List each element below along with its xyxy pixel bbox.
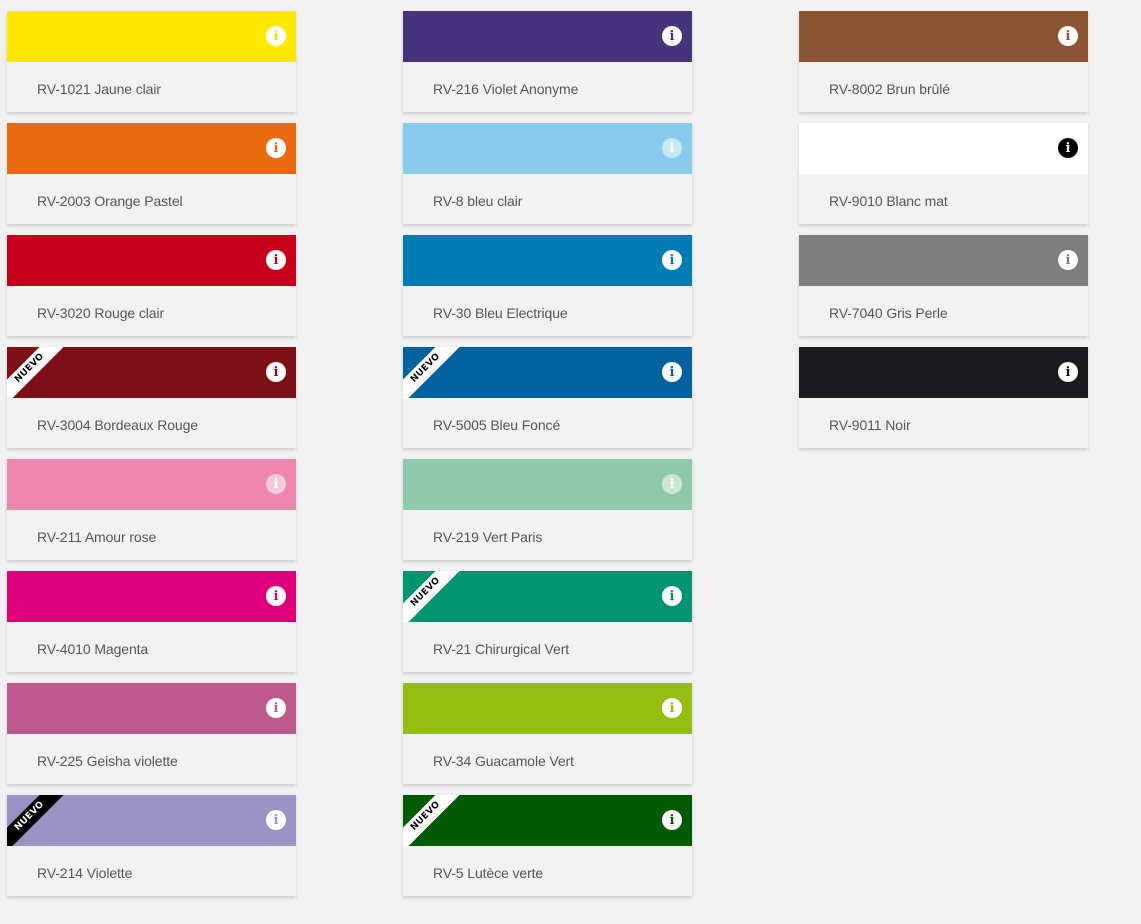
info-icon[interactable]: i — [266, 26, 286, 46]
color-swatch-grid: i RV-1021 Jaune clair i RV-2003 Orange P… — [0, 0, 1141, 924]
info-icon[interactable]: i — [266, 474, 286, 494]
info-icon[interactable]: i — [662, 250, 682, 270]
info-icon[interactable]: i — [662, 474, 682, 494]
info-icon[interactable]: i — [662, 698, 682, 718]
color-name-label: RV-8 bleu clair — [433, 193, 523, 209]
info-icon[interactable]: i — [1058, 138, 1078, 158]
color-swatch[interactable]: NUEVO i — [403, 571, 692, 622]
color-swatch[interactable]: i — [403, 11, 692, 62]
info-icon[interactable]: i — [662, 810, 682, 830]
color-swatch[interactable]: NUEVO i — [403, 347, 692, 398]
nuevo-badge: NUEVO — [403, 571, 462, 622]
color-swatch[interactable]: i — [799, 347, 1088, 398]
color-card-2-4[interactable]: NUEVO i RV-5005 Bleu Foncé — [403, 347, 692, 448]
info-icon[interactable]: i — [266, 810, 286, 830]
nuevo-badge: NUEVO — [403, 795, 462, 846]
color-name-label: RV-3004 Bordeaux Rouge — [37, 417, 198, 433]
info-icon[interactable]: i — [1058, 362, 1078, 382]
info-icon[interactable]: i — [266, 586, 286, 606]
color-name-label: RV-21 Chirurgical Vert — [433, 641, 570, 657]
color-card-1-7[interactable]: i RV-225 Geisha violette — [7, 683, 296, 784]
info-icon[interactable]: i — [266, 362, 286, 382]
color-card-2-6[interactable]: NUEVO i RV-21 Chirurgical Vert — [403, 571, 692, 672]
color-card-2-3[interactable]: i RV-30 Bleu Electrique — [403, 235, 692, 336]
color-name-label: RV-7040 Gris Perle — [829, 305, 948, 321]
color-name-label: RV-3020 Rouge clair — [37, 305, 165, 321]
info-icon[interactable]: i — [266, 698, 286, 718]
color-card-3-4[interactable]: i RV-9011 Noir — [799, 347, 1088, 448]
color-swatch[interactable]: i — [7, 459, 296, 510]
nuevo-badge: NUEVO — [7, 347, 66, 398]
color-swatch[interactable]: i — [403, 235, 692, 286]
color-swatch[interactable]: i — [403, 683, 692, 734]
info-icon[interactable]: i — [662, 26, 682, 46]
color-swatch[interactable]: i — [7, 123, 296, 174]
color-name-label: RV-30 Bleu Electrique — [433, 305, 568, 321]
color-swatch[interactable]: NUEVO i — [403, 795, 692, 846]
info-icon[interactable]: i — [266, 138, 286, 158]
color-swatch[interactable]: i — [799, 235, 1088, 286]
color-swatch[interactable]: i — [403, 123, 692, 174]
info-icon[interactable]: i — [662, 586, 682, 606]
swatch-column-1: i RV-1021 Jaune clair i RV-2003 Orange P… — [7, 11, 296, 907]
color-card-2-8[interactable]: NUEVO i RV-5 Lutèce verte — [403, 795, 692, 896]
color-name-label: RV-34 Guacamole Vert — [433, 753, 574, 769]
color-card-3-1[interactable]: i RV-8002 Brun brûlé — [799, 11, 1088, 112]
color-name-label: RV-214 Violette — [37, 865, 133, 881]
info-icon[interactable]: i — [662, 138, 682, 158]
swatch-column-2: i RV-216 Violet Anonyme i RV-8 bleu clai… — [403, 11, 692, 907]
color-card-2-2[interactable]: i RV-8 bleu clair — [403, 123, 692, 224]
color-swatch[interactable]: i — [799, 11, 1088, 62]
color-swatch[interactable]: NUEVO i — [7, 347, 296, 398]
color-name-label: RV-5 Lutèce verte — [433, 865, 544, 881]
color-name-label: RV-216 Violet Anonyme — [433, 81, 579, 97]
color-card-1-5[interactable]: i RV-211 Amour rose — [7, 459, 296, 560]
color-name-label: RV-211 Amour rose — [37, 529, 157, 545]
color-card-1-6[interactable]: i RV-4010 Magenta — [7, 571, 296, 672]
color-swatch[interactable]: NUEVO i — [7, 795, 296, 846]
info-icon[interactable]: i — [1058, 250, 1078, 270]
color-name-label: RV-5005 Bleu Foncé — [433, 417, 561, 433]
color-card-2-5[interactable]: i RV-219 Vert Paris — [403, 459, 692, 560]
color-name-label: RV-1021 Jaune clair — [37, 81, 161, 97]
info-icon[interactable]: i — [662, 362, 682, 382]
color-name-label: RV-2003 Orange Pastel — [37, 193, 183, 209]
color-card-1-1[interactable]: i RV-1021 Jaune clair — [7, 11, 296, 112]
color-card-3-2[interactable]: i RV-9010 Blanc mat — [799, 123, 1088, 224]
color-swatch[interactable]: i — [7, 235, 296, 286]
color-card-1-4[interactable]: NUEVO i RV-3004 Bordeaux Rouge — [7, 347, 296, 448]
color-name-label: RV-225 Geisha violette — [37, 753, 178, 769]
color-card-2-7[interactable]: i RV-34 Guacamole Vert — [403, 683, 692, 784]
info-icon[interactable]: i — [1058, 26, 1078, 46]
color-swatch[interactable]: i — [7, 683, 296, 734]
color-name-label: RV-9010 Blanc mat — [829, 193, 948, 209]
color-name-label: RV-4010 Magenta — [37, 641, 149, 657]
color-card-3-3[interactable]: i RV-7040 Gris Perle — [799, 235, 1088, 336]
info-icon[interactable]: i — [266, 250, 286, 270]
swatch-column-3: i RV-8002 Brun brûlé i RV-9010 Blanc mat… — [799, 11, 1088, 459]
color-name-label: RV-9011 Noir — [829, 417, 911, 433]
color-card-1-8[interactable]: NUEVO i RV-214 Violette — [7, 795, 296, 896]
color-card-1-3[interactable]: i RV-3020 Rouge clair — [7, 235, 296, 336]
color-card-2-1[interactable]: i RV-216 Violet Anonyme — [403, 11, 692, 112]
color-swatch[interactable]: i — [7, 11, 296, 62]
color-name-label: RV-219 Vert Paris — [433, 529, 543, 545]
color-name-label: RV-8002 Brun brûlé — [829, 81, 950, 97]
color-card-1-2[interactable]: i RV-2003 Orange Pastel — [7, 123, 296, 224]
nuevo-badge: NUEVO — [7, 795, 66, 846]
color-swatch[interactable]: i — [7, 571, 296, 622]
color-swatch[interactable]: i — [403, 459, 692, 510]
color-swatch[interactable]: i — [799, 123, 1088, 174]
nuevo-badge: NUEVO — [403, 347, 462, 398]
